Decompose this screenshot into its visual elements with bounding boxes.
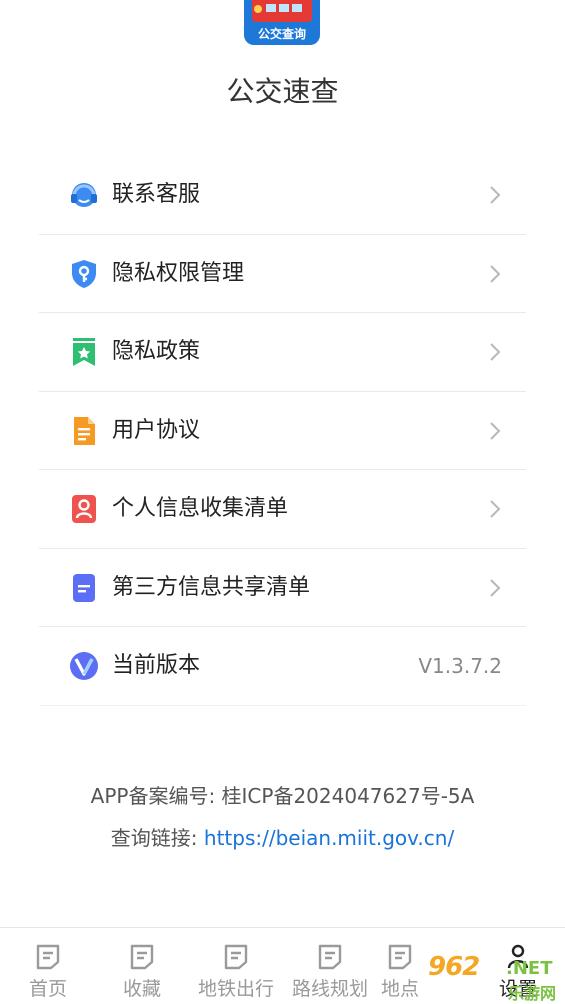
home-tab-icon [36, 944, 60, 970]
chevron-right-icon [490, 343, 501, 361]
headset-icon [71, 183, 97, 207]
menu-item-label: 隐私政策 [112, 339, 201, 364]
list-doc-icon [73, 573, 95, 602]
app-logo: 公交查询 [244, 0, 320, 45]
menu-item-user-agreement[interactable]: 用户协议 [39, 392, 526, 470]
tab-favorites[interactable]: 收藏 [94, 928, 190, 1004]
menu-item-label: 第三方信息共享清单 [112, 574, 311, 600]
chevron-right-icon [490, 421, 501, 440]
places-tab-icon [388, 944, 412, 970]
document-icon [74, 416, 95, 445]
route-tab-icon [318, 944, 342, 970]
query-link-prefix: 查询链接: [110, 826, 204, 850]
icp-record-number: APP备案编号: 桂ICP备2024047627号-5A [90, 784, 475, 808]
app-logo-text: 公交查询 [257, 27, 306, 41]
tab-label: 地铁出行 [197, 978, 274, 1000]
chevron-right-icon [490, 264, 501, 283]
menu-item-personal-info-list[interactable]: 个人信息收集清单 [39, 470, 526, 549]
watermark-sub: 乐游网 [508, 984, 557, 1003]
chevron-right-icon [490, 186, 501, 204]
menu-item-label: 个人信息收集清单 [112, 496, 289, 521]
menu-item-label: 当前版本 [112, 653, 201, 678]
person-card-icon [72, 495, 96, 523]
menu-item-label: 联系客服 [112, 182, 201, 207]
menu-item-customer-service[interactable]: 联系客服 [39, 156, 526, 235]
menu-item-privacy-policy[interactable]: 隐私政策 [39, 313, 526, 392]
site-watermark: 962 .NET 乐游网 [428, 952, 565, 1004]
v-badge-icon [70, 652, 98, 680]
menu-item-label: 隐私权限管理 [112, 260, 245, 286]
version-value: V1.3.7.2 [418, 654, 502, 678]
chevron-right-icon [490, 500, 501, 518]
settings-menu: 联系客服 隐私权限管理 隐私政策 用户协议 个人信息收集清单 第三方信息共享清单… [39, 156, 526, 706]
bus-icon [252, 0, 312, 22]
query-link-url[interactable]: https://beian.miit.gov.cn/ [204, 826, 454, 850]
tab-places[interactable]: 地点 [376, 928, 424, 1004]
subway-tab-icon [224, 944, 248, 970]
tab-label: 路线规划 [291, 978, 368, 1000]
chevron-right-icon [490, 578, 501, 597]
menu-item-third-party-sharing[interactable]: 第三方信息共享清单 [39, 549, 526, 627]
app-name: 公交速查 [226, 75, 339, 108]
query-link-line: 查询链接: https://beian.miit.gov.cn/ [0, 824, 565, 852]
menu-item-privacy-permissions[interactable]: 隐私权限管理 [39, 235, 526, 313]
shield-key-icon [72, 259, 96, 288]
bookmark-star-icon [73, 338, 95, 366]
tab-home[interactable]: 首页 [0, 928, 96, 1004]
tab-label: 地点 [380, 978, 419, 1000]
favorites-tab-icon [130, 944, 154, 970]
watermark-net: .NET [506, 958, 553, 979]
tab-subway[interactable]: 地铁出行 [188, 928, 284, 1004]
menu-item-label: 用户协议 [112, 417, 201, 443]
watermark-logo: 962 [428, 952, 480, 982]
tab-route-planning[interactable]: 路线规划 [282, 928, 378, 1004]
menu-item-current-version: 当前版本 V1.3.7.2 [39, 627, 526, 706]
tab-label: 收藏 [122, 978, 161, 1000]
tab-label: 首页 [28, 978, 67, 1000]
